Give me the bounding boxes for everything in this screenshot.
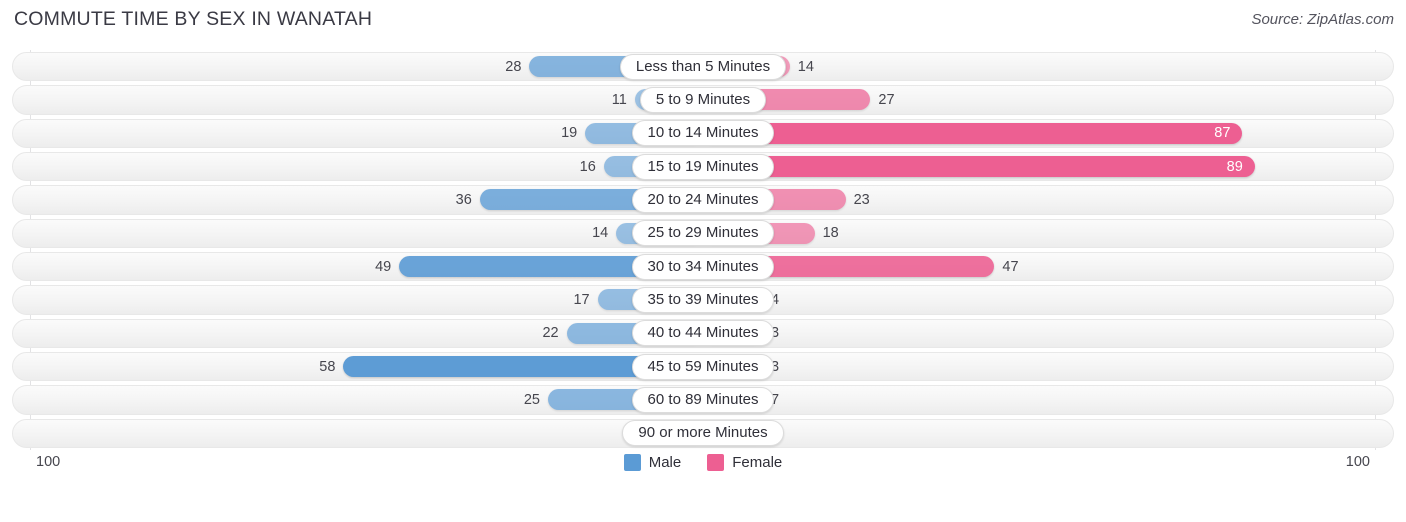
category-label-pill: 25 to 29 Minutes xyxy=(631,220,775,247)
female-value-label: 27 xyxy=(878,91,895,108)
category-label-pill: 40 to 44 Minutes xyxy=(631,320,775,347)
bar-row: 19 87 10 to 14 Minutes xyxy=(0,117,1406,150)
bar-row: 11 27 5 to 9 Minutes xyxy=(0,83,1406,116)
legend-item[interactable]: Female xyxy=(707,454,782,471)
category-label-pill: Less than 5 Minutes xyxy=(619,53,787,80)
bar-row: 25 7 60 to 89 Minutes xyxy=(0,383,1406,416)
male-value-label: 19 xyxy=(561,125,578,142)
source-attribution: Source: ZipAtlas.com xyxy=(1251,11,1394,28)
female-bar-group: 87 xyxy=(703,117,1312,150)
legend-label: Male xyxy=(648,454,682,471)
female-value-label: 89 xyxy=(1226,158,1243,175)
female-value-label: 23 xyxy=(853,191,870,208)
bar-row: 0090 or more Minutes xyxy=(0,417,1406,450)
legend: Male Female xyxy=(0,454,1406,471)
bar-row: 36 23 20 to 24 Minutes xyxy=(0,183,1406,216)
chart-page: COMMUTE TIME BY SEX IN WANATAH Source: Z… xyxy=(0,0,1406,522)
bar-row: 16 89 15 to 19 Minutes xyxy=(0,150,1406,183)
female-bar-group: 89 xyxy=(703,150,1325,183)
category-label-pill: 30 to 34 Minutes xyxy=(631,253,775,280)
male-value-label: 36 xyxy=(455,191,472,208)
female-value-label: 47 xyxy=(1002,258,1019,275)
plot-area: 28 14 Less than 5 Minutes 11 27 5 to 9 Minute… xyxy=(0,50,1406,486)
female-value-label: 18 xyxy=(822,225,839,242)
legend-item[interactable]: Male xyxy=(623,454,682,471)
bar-row: 22 3 40 to 44 Minutes xyxy=(0,317,1406,350)
male-value-label: 11 xyxy=(611,91,627,108)
male-value-label: 16 xyxy=(579,158,596,175)
category-label-pill: 10 to 14 Minutes xyxy=(631,120,775,147)
category-label-pill: 35 to 39 Minutes xyxy=(631,286,775,313)
male-value-label: 17 xyxy=(573,291,590,308)
bar-row: 28 14 Less than 5 Minutes xyxy=(0,50,1406,83)
male-value-label: 25 xyxy=(523,391,540,408)
bar-row: 14 18 25 to 29 Minutes xyxy=(0,217,1406,250)
bar-row: 17 4 35 to 39 Minutes xyxy=(0,283,1406,316)
bar-row: 58 3 45 to 59 Minutes xyxy=(0,350,1406,383)
category-label-pill: 20 to 24 Minutes xyxy=(631,186,775,213)
female-bar[interactable]: 87 xyxy=(703,122,1243,144)
page-title: COMMUTE TIME BY SEX IN WANATAH xyxy=(14,8,373,30)
female-value-label: 14 xyxy=(797,58,814,75)
male-value-label: 49 xyxy=(375,258,392,275)
category-label-pill: 60 to 89 Minutes xyxy=(631,386,775,413)
legend-swatch-icon xyxy=(623,454,641,471)
legend-swatch-icon xyxy=(707,454,725,471)
female-value-label: 87 xyxy=(1214,125,1231,142)
category-label-pill: 90 or more Minutes xyxy=(622,420,784,447)
bar-rows: 28 14 Less than 5 Minutes 11 27 5 to 9 Minute… xyxy=(0,50,1406,450)
category-label-pill: 45 to 59 Minutes xyxy=(631,353,775,380)
male-value-label: 58 xyxy=(319,358,336,375)
legend-label: Female xyxy=(732,454,783,471)
female-bar[interactable]: 89 xyxy=(703,156,1255,178)
male-value-label: 28 xyxy=(505,58,522,75)
bar-row: 49 47 30 to 34 Minutes xyxy=(0,250,1406,283)
male-value-label: 22 xyxy=(542,325,559,342)
category-label-pill: 15 to 19 Minutes xyxy=(631,153,775,180)
male-value-label: 14 xyxy=(592,225,609,242)
category-label-pill: 5 to 9 Minutes xyxy=(639,86,767,113)
